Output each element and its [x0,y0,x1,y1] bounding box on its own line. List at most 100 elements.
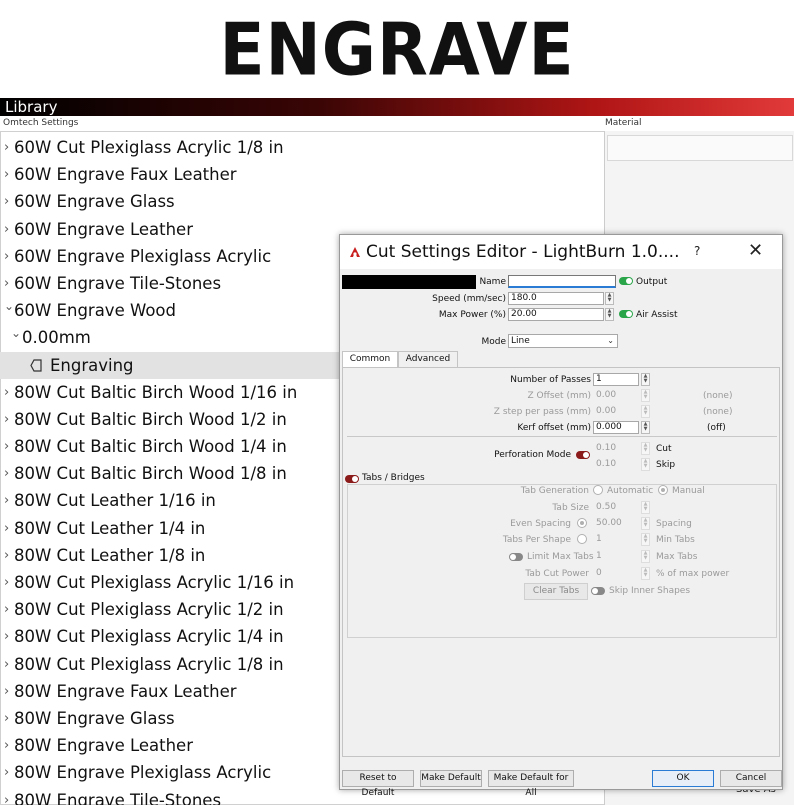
perf-skip-input[interactable]: 0.10 [593,458,639,471]
tab-advanced[interactable]: Advanced [398,351,458,367]
chevron-right-icon[interactable]: › [4,243,9,270]
tabs-per-shape-input[interactable]: 1 [593,533,639,546]
library-title-bar: Library [0,98,794,116]
library-item-label: 80W Engrave Tile-Stones [14,790,222,805]
z-step-input[interactable]: 0.00 [593,405,639,418]
library-item-label: 80W Engrave Faux Leather [14,681,237,701]
chevron-right-icon[interactable]: › [4,460,9,487]
tab-cut-power-label: Tab Cut Power [525,569,589,579]
chevron-right-icon[interactable]: › [4,161,9,188]
tabs-bridges-toggle[interactable] [345,475,359,483]
chevron-right-icon[interactable]: › [4,596,9,623]
tab-auto-label: Automatic [607,486,654,496]
z-step-stepper[interactable]: ▲ ▼ [641,405,650,418]
chevron-right-icon[interactable]: › [4,406,9,433]
z-offset-stepper[interactable]: ▲ ▼ [641,389,650,402]
tab-manual-radio[interactable] [658,485,668,495]
skip-inner-toggle[interactable] [591,587,605,595]
tabs-per-shape-radio[interactable] [577,534,587,544]
library-tree-item[interactable]: › 60W Engrave Faux Leather [0,161,600,188]
library-item-label: 60W Engrave Wood [14,301,176,321]
chevron-right-icon[interactable]: › [4,188,9,215]
air-assist-toggle[interactable] [619,310,633,318]
speed-stepper[interactable]: ▲ ▼ [605,292,614,305]
chevron-right-icon[interactable]: › [4,678,9,705]
chevron-right-icon[interactable]: › [4,134,9,161]
tab-common[interactable]: Common [342,351,398,367]
library-item-label: 60W Cut Plexiglass Acrylic 1/8 in [14,138,284,157]
name-input[interactable] [508,275,616,288]
mode-select[interactable]: Line ⌄ [508,334,618,348]
kerf-stepper[interactable]: ▲ ▼ [641,421,650,434]
tab-size-label: Tab Size [552,503,589,513]
close-icon[interactable]: ✕ [748,240,763,261]
library-tree-item[interactable]: › 60W Engrave Glass [0,188,600,215]
perf-cut-input[interactable]: 0.10 [593,442,639,455]
max-power-input[interactable]: 20.00 [508,308,604,321]
min-tabs-label: Min Tabs [656,535,695,545]
tab-cut-power-stepper[interactable]: ▲ ▼ [641,567,650,580]
chevron-right-icon[interactable]: › [4,515,9,542]
chevron-right-icon[interactable]: › [4,732,9,759]
make-default-all-button[interactable]: Make Default for All [488,770,574,798]
library-item-label: 80W Cut Plexiglass Acrylic 1/16 in [14,573,295,592]
tabs-per-shape-stepper[interactable]: ▲ ▼ [641,533,650,546]
z-offset-input[interactable]: 0.00 [593,389,639,402]
even-spacing-radio[interactable] [577,518,587,528]
passes-input[interactable]: 1 [593,373,639,386]
chevron-right-icon[interactable]: › [4,542,9,569]
limit-max-stepper[interactable]: ▲ ▼ [641,550,650,563]
library-item-label: 60W Engrave Tile-Stones [14,273,222,293]
ok-button[interactable]: OK [652,770,714,787]
tab-size-input[interactable]: 0.50 [593,501,639,514]
library-tree-item[interactable]: › 60W Cut Plexiglass Acrylic 1/8 in [0,134,600,161]
clear-tabs-button[interactable]: Clear Tabs [524,583,588,600]
chevron-right-icon[interactable]: › [4,787,9,805]
library-item-label: 80W Cut Plexiglass Acrylic 1/8 in [14,654,284,674]
engrave-banner: ENGRAVE [0,0,794,98]
help-icon[interactable]: ? [694,244,700,258]
chevron-right-icon[interactable]: › [4,569,9,596]
perf-cut-stepper[interactable]: ▲ ▼ [641,442,650,455]
library-item-label: 60W Engrave Plexiglass Acrylic [14,246,272,266]
even-spacing-stepper[interactable]: ▲ ▼ [641,517,650,530]
speed-input[interactable]: 180.0 [508,292,604,305]
chevron-right-icon[interactable]: › [4,651,9,678]
library-item-label: 80W Engrave Plexiglass Acrylic [14,763,272,783]
pct-max-power-label: % of max power [656,569,730,579]
chevron-right-icon[interactable]: › [4,487,9,514]
chevron-right-icon[interactable]: › [4,379,9,406]
chevron-right-icon[interactable]: › [4,433,9,460]
material-label: Material [605,118,642,128]
limit-max-input[interactable]: 1 [593,550,639,563]
library-item-label: 80W Engrave Glass [14,708,175,728]
output-toggle[interactable] [619,277,633,285]
perf-skip-stepper[interactable]: ▲ ▼ [641,458,650,471]
settings-label: Omtech Settings [3,118,79,128]
passes-stepper[interactable]: ▲ ▼ [641,373,650,386]
lightburn-logo-icon [350,247,360,257]
chevron-right-icon[interactable]: › [4,759,9,786]
chevron-right-icon[interactable]: › [4,705,9,732]
kerf-input[interactable]: 0.000 [593,421,639,434]
cancel-button[interactable]: Cancel [720,770,782,787]
perforation-toggle[interactable] [576,451,590,459]
material-box[interactable] [607,135,793,161]
library-item-label: 80W Cut Plexiglass Acrylic 1/2 in [14,600,284,620]
make-default-button[interactable]: Make Default [420,770,482,787]
tab-auto-radio[interactable] [593,485,603,495]
reset-default-button[interactable]: Reset to Default [342,770,414,798]
tab-size-stepper[interactable]: ▲ ▼ [641,501,650,514]
chevron-down-icon[interactable]: ⌄ [4,293,14,320]
common-pane: Number of Passes 1 ▲ ▼ Z Offset (mm) 0.00… [342,367,780,757]
library-item-label: 80W Cut Leather 1/8 in [14,545,206,565]
limit-max-toggle[interactable] [509,553,523,561]
chevron-down-icon[interactable]: ⌄ [11,320,21,347]
max-tabs-label: Max Tabs [656,552,698,562]
tab-cut-power-input[interactable]: 0 [593,567,639,580]
chevron-right-icon[interactable]: › [4,216,9,243]
even-spacing-input[interactable]: 50.00 [593,517,639,530]
max-power-stepper[interactable]: ▲ ▼ [605,308,614,321]
tabs-per-shape-label: Tabs Per Shape [502,535,571,545]
chevron-right-icon[interactable]: › [4,623,9,650]
